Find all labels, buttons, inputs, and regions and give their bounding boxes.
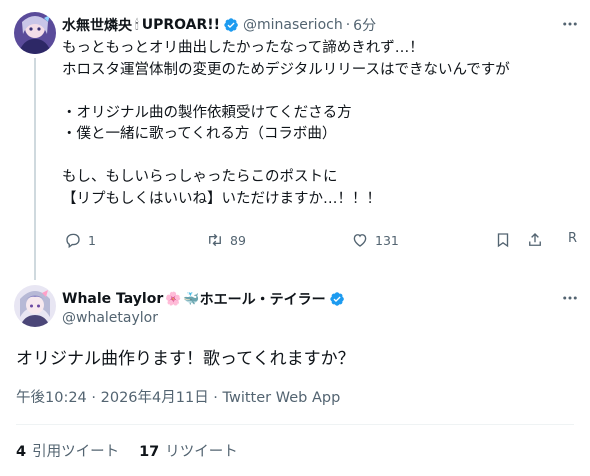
engagement-stats: 4 引用ツイート 17 リツイート: [16, 440, 238, 461]
retweet-count: 89: [230, 232, 246, 248]
author-name-suffix[interactable]: UPROAR!!: [142, 17, 220, 33]
truncated-action[interactable]: R: [568, 231, 577, 246]
author-name-jp[interactable]: ホエール・テイラー: [200, 289, 326, 309]
tweet-line: もし、もしいらっしゃったらこのポストに: [62, 169, 338, 185]
reply-icon: [66, 233, 80, 249]
main-tweet-text: オリジナル曲作ります！歌ってくれますか？: [16, 349, 355, 369]
truncated-action-label: R: [568, 231, 578, 246]
divider: [16, 424, 574, 425]
parent-tweet-header: 水無世燐央 🕯 UPROAR!! @minaserioch · 6分: [62, 15, 376, 35]
candle-emoji: 🕯: [135, 17, 139, 33]
retweet-icon: [209, 233, 221, 247]
heart-icon: [353, 234, 367, 247]
more-options-icon[interactable]: [558, 286, 582, 310]
author-name[interactable]: 水無世燐央: [62, 15, 132, 35]
verified-badge-icon: [329, 291, 345, 307]
retweet-label: リツイート: [165, 444, 238, 460]
tweet-line: ・僕と一緒に歌ってくれる方（コラボ曲）: [62, 126, 337, 142]
whale-emoji: 🐳: [183, 291, 200, 307]
author-handle[interactable]: @minaserioch: [243, 17, 343, 33]
avatar-whaletaylor[interactable]: [14, 285, 56, 327]
author-handle[interactable]: @whaletaylor: [62, 310, 158, 326]
tweet-time-ago[interactable]: 6分: [353, 15, 376, 35]
more-options-icon[interactable]: [558, 12, 582, 36]
tweet-timestamp[interactable]: 午後10:24 · 2026年4月11日 · Twitter Web App: [16, 386, 340, 407]
avatar-minaserioch[interactable]: [14, 12, 56, 54]
verified-badge-icon: [223, 17, 239, 33]
parent-tweet-text: もっともっとオリ曲出したかったなって諦めきれず…！ ホロスタ運営体制の変更のため…: [62, 38, 572, 210]
tweet-line: ・オリジナル曲の製作依頼受けてくださる方: [62, 104, 352, 121]
blossom-emoji: 🌸: [165, 291, 182, 307]
retweet-total: 17: [139, 444, 160, 460]
tweet-line: 【リプもしくはいいね】いただけますか…！！！: [62, 190, 381, 207]
like-count: 131: [375, 232, 399, 248]
retweets-link[interactable]: 17 リツイート: [139, 440, 238, 461]
reply-button[interactable]: 1: [64, 231, 96, 249]
separator-dot: ·: [345, 17, 351, 33]
avatar-image: [14, 285, 56, 327]
tweet-line: ホロスタ運営体制の変更のためデジタルリリースはできないんですが: [62, 61, 510, 78]
share-button[interactable]: [526, 231, 550, 249]
reply-count: 1: [88, 232, 96, 248]
quote-label: 引用ツイート: [32, 444, 120, 460]
bookmark-icon: [497, 233, 509, 248]
thread-line: [34, 58, 36, 280]
quote-count: 4: [16, 444, 27, 460]
tweet-line: もっともっとオリ曲出したかったなって諦めきれず…！: [62, 40, 424, 56]
share-icon: [529, 233, 541, 246]
main-tweet-header: Whale Taylor 🌸 🐳 ホエール・テイラー: [62, 289, 345, 309]
tweet-line: [62, 81, 572, 103]
avatar-image: [14, 12, 56, 54]
bookmark-button[interactable]: [494, 231, 518, 249]
tweet-line: [62, 146, 572, 168]
retweet-button[interactable]: 89: [206, 231, 246, 249]
like-button[interactable]: 131: [351, 231, 399, 249]
quote-tweets-link[interactable]: 4 引用ツイート: [16, 440, 119, 461]
author-name[interactable]: Whale Taylor: [62, 291, 163, 307]
